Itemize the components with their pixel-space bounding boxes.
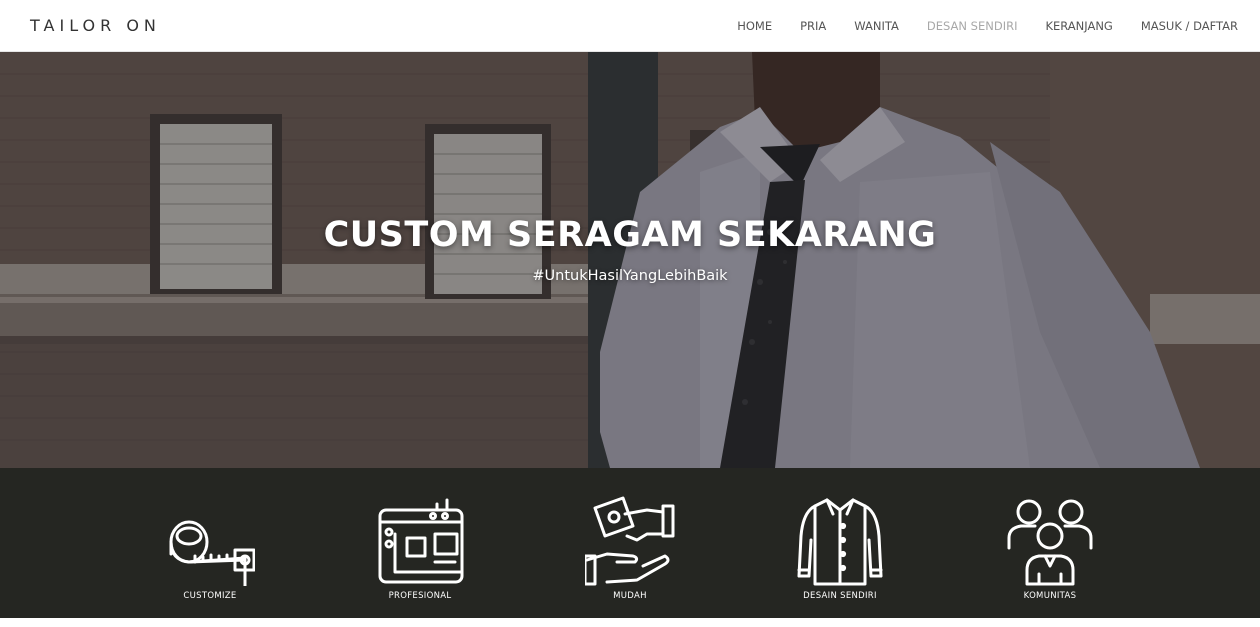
- nav-masuk-daftar[interactable]: MASUK / DAFTAR: [1127, 19, 1238, 33]
- brand-logo[interactable]: TAILOR ON: [30, 16, 161, 35]
- hero-title: CUSTOM SERAGAM SEKARANG: [323, 215, 937, 255]
- sewing-machine-icon: [378, 498, 464, 584]
- hero-banner: CUSTOM SERAGAM SEKARANG #UntukHasilYangL…: [0, 52, 1260, 468]
- feature-label: MUDAH: [613, 591, 647, 601]
- feature-label: PROFESIONAL: [388, 591, 452, 601]
- feature-label: DESAIN SENDIRI: [803, 591, 877, 601]
- feature-profesional[interactable]: PROFESIONAL: [340, 468, 500, 618]
- features-bar: CUSTOMIZE PROFESIONAL MUDAH DESAIN SENDI…: [0, 468, 1260, 618]
- nav-pria[interactable]: PRIA: [786, 19, 840, 33]
- nav-wanita[interactable]: WANITA: [840, 19, 913, 33]
- nav-keranjang[interactable]: KERANJANG: [1031, 19, 1126, 33]
- measuring-tape-icon: [169, 520, 255, 586]
- shirt-icon: [797, 498, 883, 586]
- feature-mudah[interactable]: MUDAH: [550, 468, 710, 618]
- feature-customize[interactable]: CUSTOMIZE: [130, 468, 290, 618]
- hand-money-icon: [585, 496, 675, 586]
- feature-label: KOMUNITAS: [1023, 591, 1077, 601]
- nav-links: HOME PRIA WANITA DESAN SENDIRI KERANJANG…: [723, 19, 1238, 33]
- page-bottom: [0, 618, 1260, 627]
- hero-overlay: [0, 52, 1260, 468]
- feature-label: CUSTOMIZE: [183, 591, 237, 601]
- nav-home[interactable]: HOME: [723, 19, 786, 33]
- feature-desain-sendiri[interactable]: DESAIN SENDIRI: [760, 468, 920, 618]
- feature-komunitas[interactable]: KOMUNITAS: [970, 468, 1130, 618]
- navbar: TAILOR ON HOME PRIA WANITA DESAN SENDIRI…: [0, 0, 1260, 52]
- hero-subtitle: #UntukHasilYangLebihBaik: [532, 268, 728, 284]
- nav-desain-sendiri[interactable]: DESAN SENDIRI: [913, 19, 1032, 33]
- community-icon: [1007, 499, 1093, 586]
